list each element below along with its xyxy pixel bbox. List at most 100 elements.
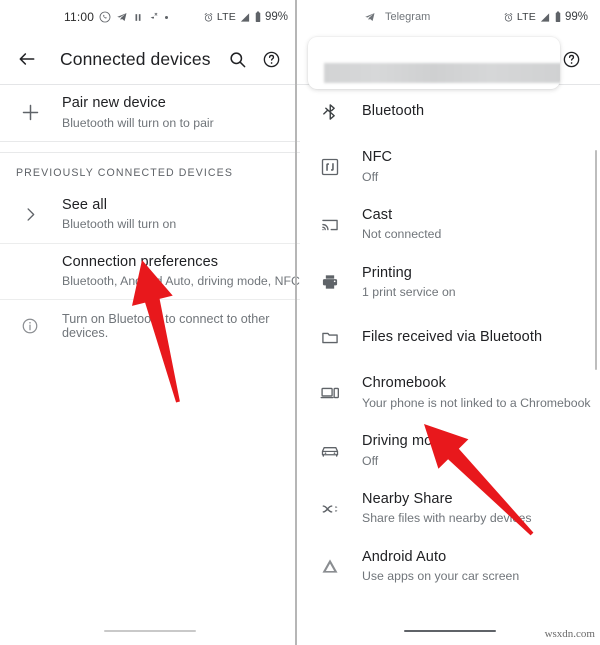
list-item-title: Android Auto bbox=[362, 548, 447, 565]
left-app-bar: Connected devices bbox=[0, 34, 300, 84]
battery-percent: 99% bbox=[264, 11, 288, 23]
list-item-chromebook[interactable]: Chromebook Your phone is not linked to a… bbox=[300, 364, 600, 422]
list-item-android-auto[interactable]: Android Auto Use apps on your car screen bbox=[300, 538, 600, 596]
printer-icon bbox=[313, 272, 347, 292]
telegram-icon bbox=[364, 11, 376, 23]
nearby-share-icon bbox=[313, 499, 347, 519]
list-item-driving-mode[interactable]: Driving mode Off bbox=[300, 422, 600, 480]
section-gap bbox=[0, 140, 300, 153]
missed-call-icon bbox=[148, 11, 160, 23]
left-phone-screen: 11:00 LTE 99% Connected devices Pair new… bbox=[0, 0, 300, 645]
list-item-files-received[interactable]: Files received via Bluetooth bbox=[300, 311, 600, 364]
left-nav-handle[interactable] bbox=[104, 629, 196, 632]
dot-icon bbox=[165, 15, 169, 19]
network-type-label: LTE bbox=[516, 11, 536, 23]
list-item-title: Driving mode bbox=[362, 433, 449, 450]
battery-icon bbox=[554, 11, 562, 23]
car-icon bbox=[313, 441, 347, 461]
list-item-subtitle: Bluetooth will turn on bbox=[62, 217, 177, 232]
list-item-title: Nearby Share bbox=[362, 490, 453, 507]
status-time: 11:00 bbox=[64, 10, 95, 24]
info-icon bbox=[13, 317, 47, 335]
list-item-subtitle: Bluetooth will turn on to pair bbox=[62, 115, 214, 130]
list-item-text: Connection preferences Bluetooth, Androi… bbox=[62, 253, 300, 291]
cast-icon bbox=[313, 215, 347, 235]
list-item-subtitle: Not connected bbox=[362, 227, 442, 242]
list-item-text: NFC Off bbox=[362, 148, 392, 186]
list-item-title: Bluetooth bbox=[362, 102, 425, 119]
alarm-icon bbox=[203, 12, 214, 23]
list-item-text: Pair new device Bluetooth will turn on t… bbox=[62, 94, 214, 132]
list-item-text: Nearby Share Share files with nearby dev… bbox=[362, 490, 532, 528]
list-item-cast[interactable]: Cast Not connected bbox=[300, 196, 600, 254]
redaction-bar bbox=[324, 63, 560, 83]
battery-percent: 99% bbox=[564, 11, 588, 23]
list-item-title: Cast bbox=[362, 206, 393, 223]
pause-icon bbox=[133, 12, 143, 23]
signal-icon bbox=[539, 12, 551, 23]
list-item-see-all[interactable]: See all Bluetooth will turn on bbox=[0, 187, 300, 243]
list-item-text: Bluetooth bbox=[362, 102, 424, 122]
help-icon[interactable] bbox=[254, 42, 288, 76]
list-item-subtitle: Off bbox=[362, 169, 379, 184]
chevron-right-icon bbox=[13, 205, 47, 224]
nfc-icon bbox=[313, 157, 347, 177]
network-type-label: LTE bbox=[216, 11, 236, 23]
list-item-bluetooth[interactable]: Bluetooth bbox=[300, 85, 600, 138]
list-item-text: Cast Not connected bbox=[362, 206, 441, 244]
signal-icon bbox=[239, 12, 251, 23]
list-item-text: Files received via Bluetooth bbox=[362, 328, 542, 348]
whatsapp-icon bbox=[99, 11, 111, 23]
watermark: wsxdn.com bbox=[544, 628, 595, 640]
list-item-text: Driving mode Off bbox=[362, 432, 449, 470]
list-item-subtitle: Your phone is not linked to a Chromebook bbox=[362, 395, 591, 410]
right-scrollbar[interactable] bbox=[594, 150, 597, 370]
telegram-icon bbox=[116, 11, 128, 23]
panel-separator bbox=[295, 0, 297, 645]
list-item-subtitle: Bluetooth, Android Auto, driving mode, N… bbox=[62, 274, 300, 289]
redacted-overlay-card bbox=[308, 37, 560, 89]
right-nav-handle[interactable] bbox=[404, 629, 496, 632]
bluetooth-info-text: Turn on Bluetooth to connect to other de… bbox=[62, 312, 270, 341]
bluetooth-disabled-icon bbox=[313, 102, 347, 122]
list-item-nfc[interactable]: NFC Off bbox=[300, 138, 600, 196]
plus-icon bbox=[13, 102, 47, 123]
status-right-group: LTE 99% bbox=[503, 11, 588, 23]
right-status-bar: Telegram LTE 99% bbox=[300, 0, 600, 34]
list-item-title: Printing bbox=[362, 264, 412, 281]
folder-icon bbox=[313, 328, 347, 348]
search-icon[interactable] bbox=[220, 42, 254, 76]
status-left-group: 11:00 bbox=[64, 10, 169, 24]
android-auto-icon bbox=[313, 556, 347, 576]
right-phone-screen: Telegram LTE 99% Bluetooth NFC Off Cast … bbox=[300, 0, 600, 645]
list-item-title: NFC bbox=[362, 149, 393, 165]
section-header-previously-connected: PREVIOUSLY CONNECTED DEVICES bbox=[16, 166, 234, 179]
list-item-subtitle: 1 print service on bbox=[362, 285, 456, 300]
list-item-connection-preferences[interactable]: Connection preferences Bluetooth, Androi… bbox=[0, 244, 300, 300]
status-left-group: Telegram bbox=[364, 11, 430, 23]
page-title: Connected devices bbox=[60, 48, 211, 69]
alarm-icon bbox=[503, 12, 514, 23]
left-status-bar: 11:00 LTE 99% bbox=[0, 0, 300, 34]
status-right-group: LTE 99% bbox=[203, 11, 288, 23]
chromebook-icon bbox=[313, 383, 347, 403]
list-item-printing[interactable]: Printing 1 print service on bbox=[300, 254, 600, 312]
list-item-subtitle: Share files with nearby devices bbox=[362, 511, 532, 526]
list-item-subtitle: Off bbox=[362, 453, 379, 468]
list-item-title: Connection preferences bbox=[62, 253, 219, 270]
list-item-text: Chromebook Your phone is not linked to a… bbox=[362, 374, 591, 412]
list-item-nearby-share[interactable]: Nearby Share Share files with nearby dev… bbox=[300, 480, 600, 538]
dual-screenshot-container: 11:00 LTE 99% Connected devices Pair new… bbox=[0, 0, 600, 645]
list-item-title: Files received via Bluetooth bbox=[362, 329, 543, 346]
list-item-subtitle: Use apps on your car screen bbox=[362, 569, 520, 584]
list-item-title: Chromebook bbox=[362, 375, 447, 392]
list-item-text: Printing 1 print service on bbox=[362, 264, 456, 302]
back-arrow-icon[interactable] bbox=[10, 42, 44, 76]
list-item-title: See all bbox=[62, 196, 108, 213]
list-item-pair-new-device[interactable]: Pair new device Bluetooth will turn on t… bbox=[0, 85, 300, 141]
list-item-text: See all Bluetooth will turn on bbox=[62, 196, 176, 234]
list-item-title: Pair new device bbox=[62, 95, 166, 111]
bluetooth-info-row: Turn on Bluetooth to connect to other de… bbox=[0, 300, 300, 352]
battery-icon bbox=[254, 11, 262, 23]
list-item-text: Android Auto Use apps on your car screen bbox=[362, 548, 519, 586]
